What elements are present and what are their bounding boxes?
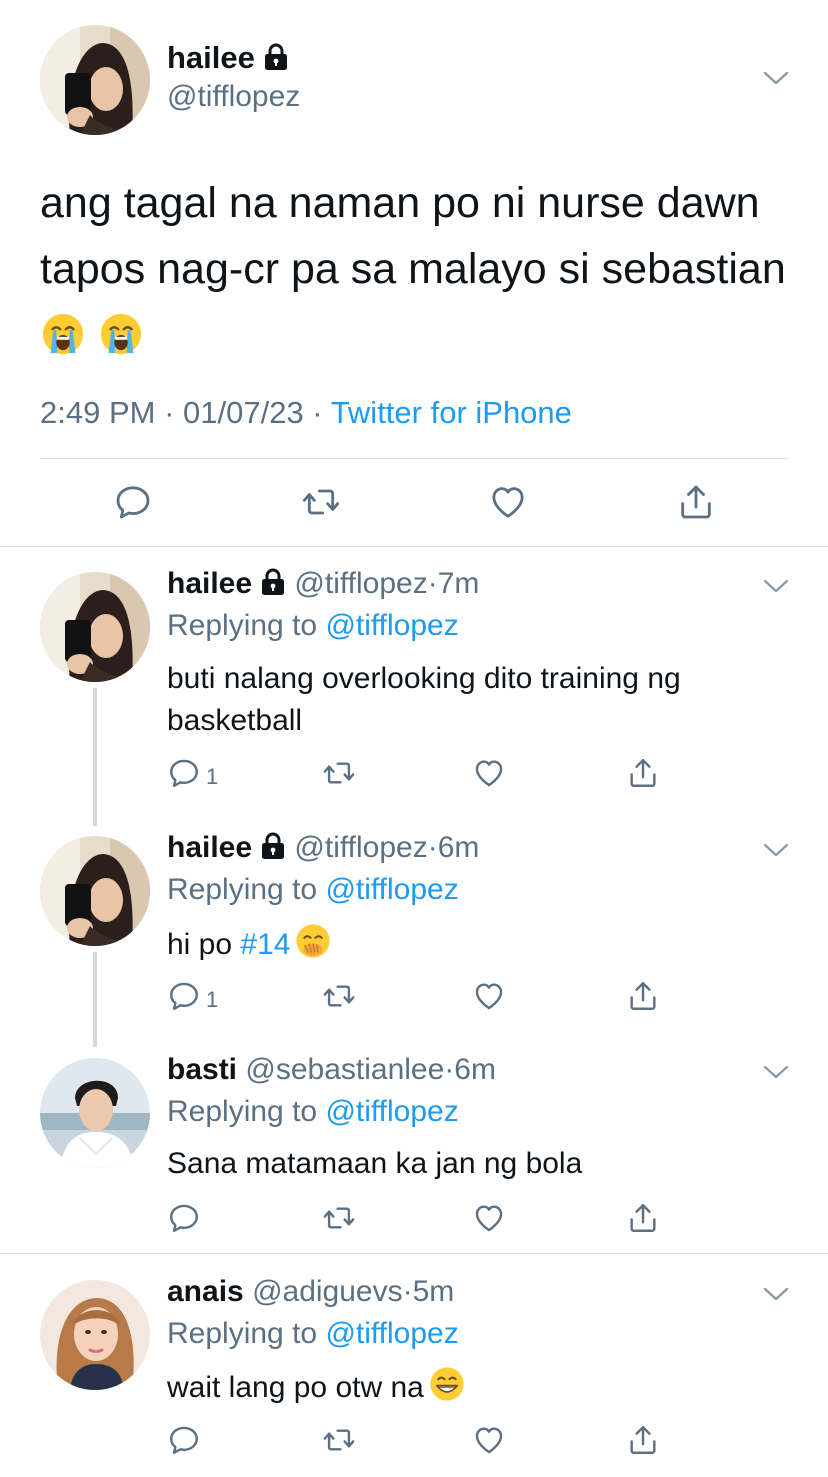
tweet-source-link[interactable]: Twitter for iPhone (331, 395, 572, 430)
reply-author-name[interactable]: basti (167, 1053, 237, 1086)
avatar[interactable] (40, 1280, 150, 1390)
heart-icon[interactable] (472, 979, 506, 1013)
grinning-face-emoji (428, 1365, 466, 1403)
author-name-text: hailee (167, 40, 255, 75)
reply-time: 5m (412, 1275, 455, 1308)
retweet-icon[interactable] (322, 979, 356, 1013)
replying-to-handle[interactable]: @tifflopez (325, 873, 458, 906)
chevron-down-icon[interactable] (762, 68, 790, 88)
reply-time: 7m (437, 567, 480, 600)
comment-icon[interactable] (167, 979, 201, 1013)
replying-to-handle[interactable]: @tifflopez (325, 609, 458, 642)
author-handle[interactable]: @tifflopez (167, 80, 300, 114)
author-name[interactable]: hailee (167, 40, 289, 76)
replying-to-label: Replying to (167, 1317, 326, 1350)
divider (40, 458, 788, 459)
avatar-image (40, 1280, 150, 1390)
reply-count: 1 (206, 764, 219, 789)
avatar[interactable] (40, 836, 150, 946)
comment-icon[interactable] (113, 482, 153, 522)
divider (0, 1253, 828, 1254)
reply-text-body: hi po (167, 928, 241, 961)
reply-author-name[interactable]: hailee (167, 567, 252, 600)
retweet-icon[interactable] (322, 756, 356, 790)
meta-separator: · (303, 395, 331, 430)
share-icon[interactable] (676, 482, 716, 522)
replying-to-handle[interactable]: @tifflopez (325, 1317, 458, 1350)
replying-to-handle[interactable]: @tifflopez (325, 1095, 458, 1128)
lock-icon (260, 568, 286, 596)
chevron-down-icon[interactable] (762, 576, 790, 596)
share-icon[interactable] (626, 1423, 660, 1457)
face-with-hand-over-mouth-emoji (294, 922, 332, 960)
chevron-down-icon[interactable] (762, 1062, 790, 1082)
comment-icon[interactable] (167, 1423, 201, 1457)
retweet-icon[interactable] (322, 1201, 356, 1235)
reply-header: basti @sebastianlee·6m (167, 1053, 496, 1087)
reply-text: hi po #14 (167, 922, 767, 966)
avatar[interactable] (40, 1058, 150, 1168)
heart-icon[interactable] (488, 482, 528, 522)
loudly-crying-face-emoji (40, 311, 86, 357)
lock-icon (263, 43, 289, 71)
divider (0, 546, 828, 547)
avatar-image (40, 25, 150, 135)
share-icon[interactable] (626, 1201, 660, 1235)
loudly-crying-face-emoji (98, 311, 144, 357)
meta-dot: · (444, 1053, 455, 1086)
share-icon[interactable] (626, 979, 660, 1013)
reply-count: 1 (206, 987, 219, 1012)
meta-dot: · (402, 1275, 413, 1308)
reply-author-name[interactable]: hailee (167, 831, 252, 864)
chevron-down-icon[interactable] (762, 1284, 790, 1304)
thread-line (93, 688, 97, 826)
replying-to-label: Replying to (167, 609, 326, 642)
meta-separator: · (155, 395, 184, 430)
reply-text: Sana matamaan ka jan ng bola (167, 1147, 583, 1180)
reply-author-handle[interactable]: @tifflopez (294, 567, 427, 600)
comment-icon[interactable] (167, 1201, 201, 1235)
replying-to: Replying to @tifflopez (167, 1095, 459, 1129)
hashtag-link[interactable]: #14 (240, 928, 290, 961)
reply-header: anais @adiguevs·5m (167, 1275, 454, 1309)
tweet-time: 2:49 PM (40, 395, 156, 430)
tweet-text: ang tagal na naman po ni nurse dawn tapo… (40, 170, 800, 368)
avatar-image (40, 1058, 150, 1168)
replying-to: Replying to @tifflopez (167, 1317, 459, 1351)
reply-time: 6m (437, 831, 480, 864)
heart-icon[interactable] (472, 1201, 506, 1235)
share-icon[interactable] (626, 756, 660, 790)
retweet-icon[interactable] (301, 482, 341, 522)
thread-line (93, 952, 97, 1047)
reply-header: hailee @tifflopez·7m (167, 567, 479, 601)
retweet-icon[interactable] (322, 1423, 356, 1457)
meta-dot: · (427, 567, 438, 600)
reply-text: wait lang po otw na (167, 1365, 767, 1409)
avatar-image (40, 836, 150, 946)
heart-icon[interactable] (472, 756, 506, 790)
replying-to: Replying to @tifflopez (167, 609, 459, 643)
lock-icon (260, 832, 286, 860)
meta-dot: · (427, 831, 438, 864)
reply-text-body: wait lang po otw na (167, 1371, 424, 1404)
reply-author-handle[interactable]: @sebastianlee (245, 1053, 444, 1086)
avatar[interactable] (40, 25, 150, 135)
replying-to-label: Replying to (167, 873, 326, 906)
avatar[interactable] (40, 572, 150, 682)
reply-header: hailee @tifflopez·6m (167, 831, 479, 865)
reply-author-handle[interactable]: @tifflopez (294, 831, 427, 864)
chevron-down-icon[interactable] (762, 840, 790, 860)
reply-author-name[interactable]: anais (167, 1275, 244, 1308)
reply-time: 6m (454, 1053, 496, 1086)
comment-icon[interactable] (167, 756, 201, 790)
tweet-metadata: 2:49 PM · 01/07/23 · Twitter for iPhone (40, 395, 572, 431)
tweet-date: 01/07/23 (183, 395, 304, 430)
avatar-image (40, 572, 150, 682)
heart-icon[interactable] (472, 1423, 506, 1457)
reply-author-handle[interactable]: @adiguevs (252, 1275, 403, 1308)
replying-to: Replying to @tifflopez (167, 873, 459, 907)
tweet-text-body: ang tagal na naman po ni nurse dawn tapo… (40, 179, 786, 293)
reply-text: buti nalang overlooking dito training ng… (167, 662, 681, 737)
replying-to-label: Replying to (167, 1095, 326, 1128)
